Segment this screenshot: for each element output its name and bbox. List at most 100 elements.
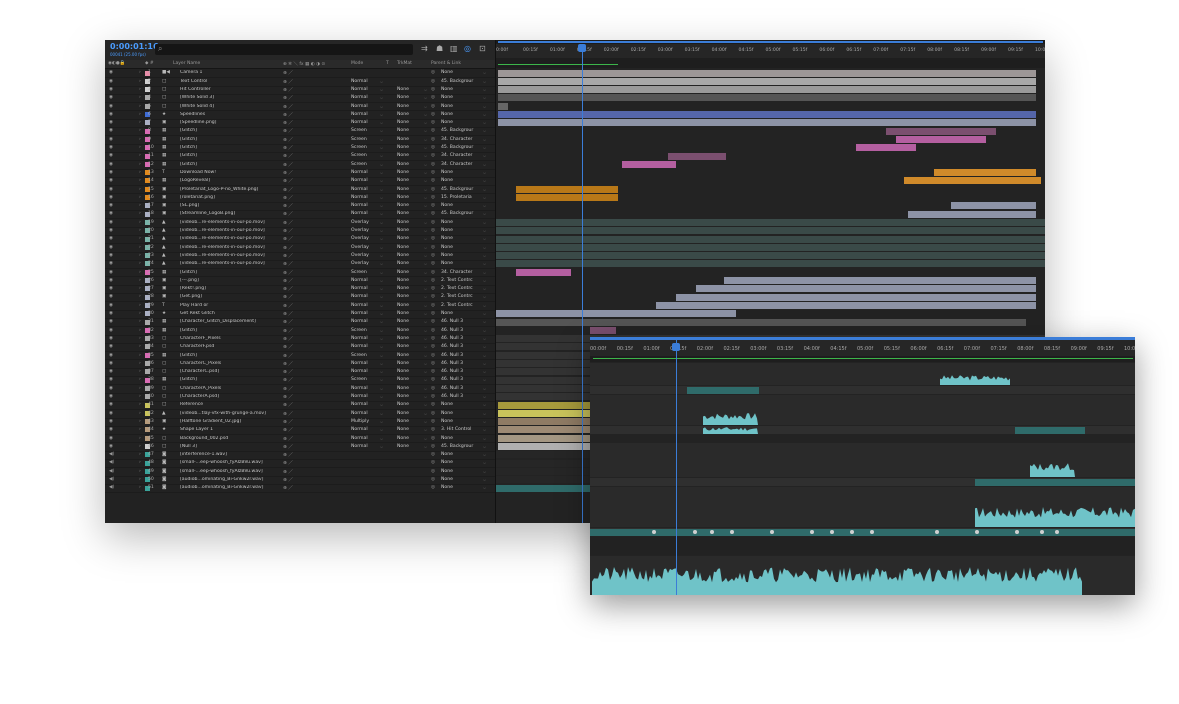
chevron-down-icon[interactable]: ⌵ xyxy=(380,245,383,250)
pickwhip-icon[interactable]: ◎ xyxy=(431,253,435,258)
track-matte-select[interactable]: None xyxy=(397,87,409,92)
parent-select[interactable]: 34. Character xyxy=(441,270,472,275)
chevron-down-icon[interactable]: ⌵ xyxy=(483,319,486,324)
chevron-down-icon[interactable]: ⌵ xyxy=(424,162,427,167)
track-matte-select[interactable]: None xyxy=(397,328,409,333)
pickwhip-icon[interactable]: ◎ xyxy=(431,311,435,316)
layer-switches[interactable]: ⊕ ／ xyxy=(283,245,293,251)
chevron-down-icon[interactable]: ⌵ xyxy=(424,278,427,283)
chevron-down-icon[interactable]: ⌵ xyxy=(424,361,427,366)
pickwhip-icon[interactable]: ◎ xyxy=(431,95,435,100)
chevron-down-icon[interactable]: ⌵ xyxy=(424,228,427,233)
chevron-down-icon[interactable]: ⌵ xyxy=(424,112,427,117)
chevron-right-icon[interactable]: › xyxy=(139,411,141,416)
track-matte-select[interactable]: None xyxy=(397,402,409,407)
chevron-down-icon[interactable]: ⌵ xyxy=(380,211,383,216)
chevron-down-icon[interactable]: ⌵ xyxy=(424,236,427,241)
eye-icon[interactable]: ◉ xyxy=(109,95,113,100)
blend-mode-select[interactable]: Normal xyxy=(351,344,368,349)
parent-select[interactable]: 45. Backgrour xyxy=(441,79,473,84)
pickwhip-icon[interactable]: ◎ xyxy=(431,460,435,465)
track-matte-select[interactable]: None xyxy=(397,104,409,109)
pickwhip-icon[interactable]: ◎ xyxy=(431,203,435,208)
pickwhip-icon[interactable]: ◎ xyxy=(431,436,435,441)
chevron-down-icon[interactable]: ⌵ xyxy=(424,178,427,183)
pickwhip-icon[interactable]: ◎ xyxy=(431,394,435,399)
pickwhip-icon[interactable]: ◎ xyxy=(431,128,435,133)
pickwhip-icon[interactable]: ◎ xyxy=(431,87,435,92)
chevron-down-icon[interactable]: ⌵ xyxy=(424,120,427,125)
track-matte-select[interactable]: None xyxy=(397,228,409,233)
blend-mode-select[interactable]: Normal xyxy=(351,195,368,200)
layer-name[interactable]: [small-...eep-whoosh_fyAIzBVu.wav] xyxy=(180,469,280,474)
track-matte-select[interactable]: None xyxy=(397,95,409,100)
layer-name[interactable]: Get Rekt Glitch xyxy=(180,311,280,316)
parent-select[interactable]: 45. Backgrour xyxy=(441,444,473,449)
chevron-down-icon[interactable]: ⌵ xyxy=(380,112,383,117)
parent-select[interactable]: 45. Backgrour xyxy=(441,145,473,150)
chevron-right-icon[interactable]: › xyxy=(139,95,141,100)
track-matte-select[interactable]: None xyxy=(397,427,409,432)
blend-mode-select[interactable]: Normal xyxy=(351,79,368,84)
blend-mode-select[interactable]: Screen xyxy=(351,128,367,133)
layer-duration-bar[interactable] xyxy=(498,69,1036,77)
chevron-right-icon[interactable]: › xyxy=(139,303,141,308)
chevron-down-icon[interactable]: ⌵ xyxy=(483,361,486,366)
blend-mode-select[interactable]: Normal xyxy=(351,444,368,449)
layer-switches[interactable]: ⊕ ／ xyxy=(283,79,293,85)
audio-layer-bar[interactable] xyxy=(687,387,759,394)
parent-select[interactable]: None xyxy=(441,236,453,241)
layer-duration-bar[interactable] xyxy=(516,185,618,193)
pickwhip-icon[interactable]: ◎ xyxy=(431,353,435,358)
chevron-right-icon[interactable]: › xyxy=(139,253,141,258)
chevron-right-icon[interactable]: › xyxy=(139,79,141,84)
chevron-down-icon[interactable]: ⌵ xyxy=(380,120,383,125)
layer-duration-bar[interactable] xyxy=(896,135,986,143)
chevron-down-icon[interactable]: ⌵ xyxy=(380,178,383,183)
eye-icon[interactable]: ◉ xyxy=(109,228,113,233)
eye-icon[interactable]: ◉ xyxy=(109,245,113,250)
layer-switches[interactable]: ⊕ ／ xyxy=(283,460,293,466)
layer-switches[interactable]: ⊕ ／ xyxy=(283,319,293,325)
chevron-down-icon[interactable]: ⌵ xyxy=(483,170,486,175)
chevron-down-icon[interactable]: ⌵ xyxy=(380,319,383,324)
frame-blend-icon[interactable]: ▥ xyxy=(450,44,458,53)
parent-select[interactable]: 34. Character xyxy=(441,162,472,167)
chevron-down-icon[interactable]: ⌵ xyxy=(483,187,486,192)
chevron-right-icon[interactable]: › xyxy=(139,319,141,324)
chevron-down-icon[interactable]: ⌵ xyxy=(380,236,383,241)
parent-select[interactable]: 46. Null 3 xyxy=(441,344,463,349)
parent-select[interactable]: None xyxy=(441,112,453,117)
layer-duration-bar[interactable] xyxy=(496,484,591,492)
layer-duration-bar[interactable] xyxy=(498,418,591,426)
chevron-down-icon[interactable]: ⌵ xyxy=(424,245,427,250)
blend-mode-select[interactable]: Normal xyxy=(351,120,368,125)
pickwhip-icon[interactable]: ◎ xyxy=(431,228,435,233)
parent-select[interactable]: 34. Character xyxy=(441,137,472,142)
chevron-right-icon[interactable]: › xyxy=(139,162,141,167)
chevron-right-icon[interactable]: › xyxy=(139,485,141,490)
blend-mode-select[interactable]: Screen xyxy=(351,137,367,142)
track-matte-select[interactable]: None xyxy=(397,344,409,349)
blend-mode-select[interactable]: Normal xyxy=(351,95,368,100)
blend-mode-select[interactable]: Normal xyxy=(351,369,368,374)
chevron-right-icon[interactable]: › xyxy=(139,294,141,299)
blend-mode-select[interactable]: Normal xyxy=(351,87,368,92)
layer-switches[interactable]: ⊕ ／ xyxy=(283,153,293,159)
eye-icon[interactable]: ◉ xyxy=(109,278,113,283)
chevron-down-icon[interactable]: ⌵ xyxy=(380,394,383,399)
eye-icon[interactable]: ◉ xyxy=(109,112,113,117)
chevron-right-icon[interactable]: › xyxy=(139,187,141,192)
layer-switches[interactable]: ⊕ ／ xyxy=(283,286,293,292)
parent-select[interactable]: 2. Text Contrc xyxy=(441,294,473,299)
chevron-down-icon[interactable]: ⌵ xyxy=(380,253,383,258)
layer-duration-bar[interactable] xyxy=(496,227,1045,235)
track-matte-select[interactable]: None xyxy=(397,195,409,200)
layer-switches[interactable]: ⊕ ／ xyxy=(283,228,293,234)
parent-select[interactable]: 2. Text Contrc xyxy=(441,278,473,283)
layer-switches[interactable]: ⊕ ／ xyxy=(283,336,293,342)
layer-switches[interactable]: ⊕ ／ xyxy=(283,311,293,317)
layer-duration-bar[interactable] xyxy=(516,194,618,202)
pickwhip-icon[interactable]: ◎ xyxy=(431,328,435,333)
track-matte-select[interactable]: None xyxy=(397,278,409,283)
